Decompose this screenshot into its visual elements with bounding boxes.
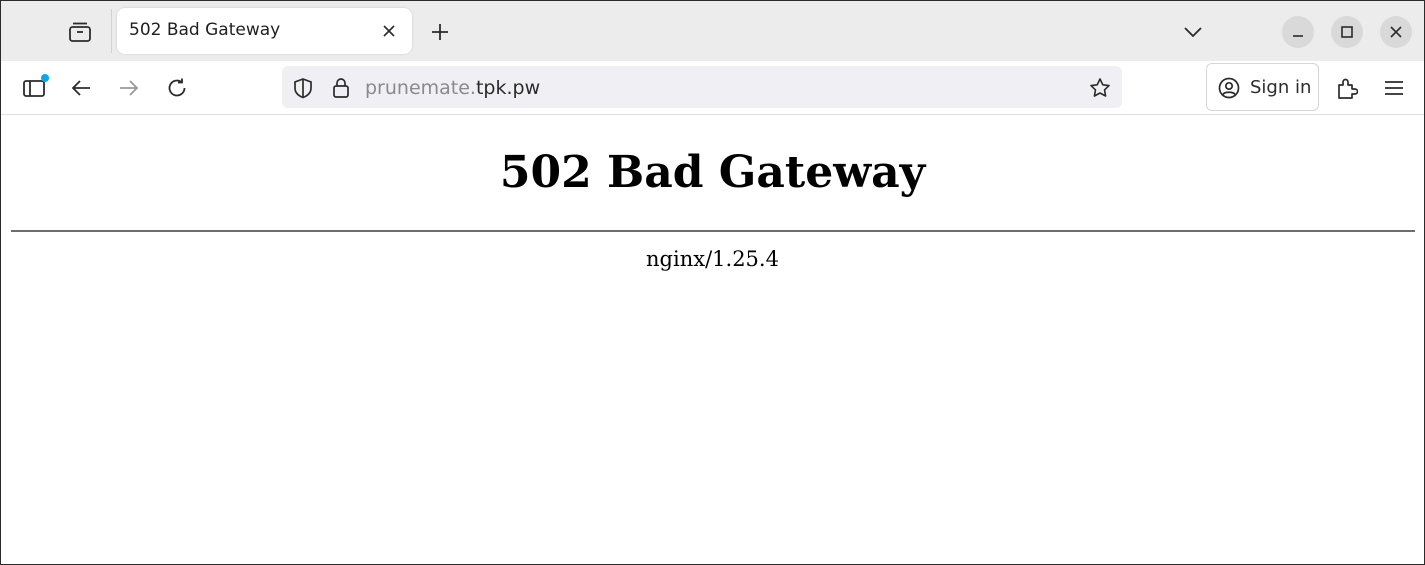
chevron-down-icon[interactable] <box>1180 19 1206 45</box>
close-icon <box>1390 26 1402 38</box>
shield-icon[interactable] <box>291 76 315 100</box>
arrow-left-icon[interactable] <box>67 75 95 101</box>
account-icon <box>1217 76 1241 100</box>
tab-strip: 502 Bad Gateway <box>1 1 1424 61</box>
nav-bar: prunemate.tpk.pw Sign in <box>1 61 1424 115</box>
maximize-icon <box>1341 26 1353 38</box>
tab-groups-icon[interactable] <box>65 17 95 47</box>
url-text[interactable]: prunemate.tpk.pw <box>365 77 540 99</box>
tab-active[interactable]: 502 Bad Gateway <box>117 8 412 54</box>
maximize-button[interactable] <box>1331 16 1363 48</box>
notification-dot <box>41 74 49 82</box>
bookmark-star-icon[interactable] <box>1087 75 1113 101</box>
divider-rule <box>11 230 1415 232</box>
page-heading: 502 Bad Gateway <box>499 147 926 198</box>
plus-icon[interactable] <box>427 19 453 45</box>
close-window-button[interactable] <box>1380 16 1412 48</box>
sign-in-button[interactable]: Sign in <box>1206 63 1319 111</box>
page-content: 502 Bad Gateway nginx/1.25.4 <box>1 115 1424 564</box>
lock-icon[interactable] <box>329 76 353 100</box>
tab-title: 502 Bad Gateway <box>129 20 281 40</box>
minimize-icon <box>1293 35 1303 37</box>
browser-window: 502 Bad Gateway prunemate.tpk.pw Sign in… <box>0 0 1425 565</box>
url-subdomain: prunemate. <box>365 77 476 99</box>
reload-icon[interactable] <box>163 74 191 102</box>
arrow-right-icon[interactable] <box>115 75 143 101</box>
menu-icon[interactable] <box>1380 75 1408 101</box>
sign-in-label: Sign in <box>1250 77 1312 98</box>
minimize-button[interactable] <box>1282 16 1314 48</box>
url-bar[interactable]: prunemate.tpk.pw <box>282 66 1122 108</box>
url-domain: tpk.pw <box>475 77 541 99</box>
extensions-icon[interactable] <box>1333 74 1361 102</box>
sidebar-icon[interactable] <box>19 74 49 102</box>
server-version: nginx/1.25.4 <box>646 247 779 271</box>
tab-strip-divider <box>111 9 112 53</box>
close-icon[interactable] <box>379 21 399 41</box>
